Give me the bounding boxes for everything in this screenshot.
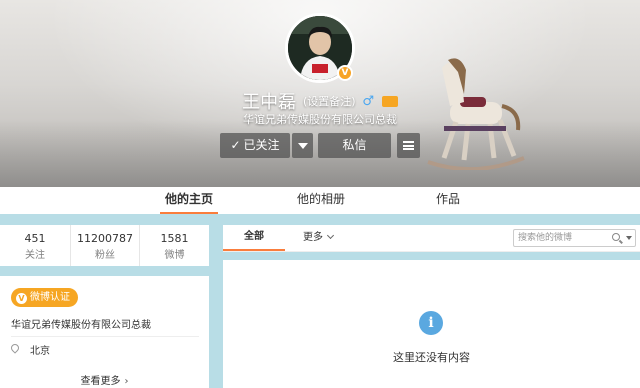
stat-following-label: 关注: [25, 250, 45, 261]
chevron-right-icon: ›: [124, 376, 129, 387]
feed-filter-bar: 全部 更多: [223, 225, 640, 252]
gender-male-icon: ♂: [362, 93, 375, 109]
weibo-search-box: [513, 229, 636, 247]
weibo-verified-label: 微博认证: [30, 292, 70, 303]
vip-icon[interactable]: [381, 95, 398, 107]
location-icon: [9, 342, 21, 354]
profile-tabs: 他的主页 他的相册 作品: [0, 187, 640, 214]
stat-following[interactable]: 451 关注: [0, 225, 70, 266]
menu-icon: [403, 141, 414, 150]
stat-posts-value: 1581: [160, 232, 189, 245]
stat-fans-value: 11200787: [77, 232, 133, 245]
check-icon: ✓: [230, 138, 241, 152]
followed-label: 已关注: [243, 138, 280, 152]
set-remark-link[interactable]: (设置备注): [303, 95, 356, 108]
tab-album[interactable]: 他的相册: [292, 187, 350, 214]
stats-card: 451 关注 11200787 粉丝 1581 微博: [0, 225, 209, 266]
info-card: V 微博认证 华谊兄弟传媒股份有限公司总裁 北京 查看更多 ›: [0, 276, 209, 388]
divider: [11, 336, 199, 337]
filter-more-label: 更多: [303, 232, 323, 243]
tab-works[interactable]: 作品: [424, 187, 472, 214]
follow-options-button[interactable]: [292, 133, 313, 158]
search-input[interactable]: [518, 231, 608, 245]
empty-message: 这里还没有内容: [393, 351, 470, 364]
verified-badge-icon: V: [337, 65, 353, 81]
stat-following-value: 451: [24, 232, 46, 245]
stat-posts-label: 微博: [164, 250, 185, 261]
more-menu-button[interactable]: [397, 133, 420, 158]
filter-more-dropdown[interactable]: 更多: [303, 225, 335, 251]
profile-name: 王中磊: [242, 92, 297, 113]
profile-bio: 华谊兄弟传媒股份有限公司总裁: [243, 113, 397, 126]
company-text: 华谊兄弟传媒股份有限公司总裁: [11, 320, 151, 331]
stat-fans[interactable]: 11200787 粉丝: [70, 225, 140, 266]
search-icon[interactable]: [612, 233, 620, 241]
stat-fans-label: 粉丝: [95, 250, 115, 261]
view-more-link[interactable]: 查看更多 ›: [0, 372, 209, 387]
chevron-down-icon: [326, 231, 335, 240]
filter-all-tab[interactable]: 全部: [223, 225, 285, 251]
weibo-verified-badge[interactable]: V 微博认证: [11, 288, 78, 307]
message-button[interactable]: 私信: [318, 133, 391, 158]
verified-icon: V: [16, 293, 27, 304]
search-dropdown-icon[interactable]: [626, 236, 632, 240]
location-text: 北京: [30, 346, 50, 357]
info-icon: i: [419, 311, 443, 335]
dropdown-arrow-icon: [297, 142, 308, 149]
tab-home[interactable]: 他的主页: [160, 187, 218, 214]
empty-feed: i 这里还没有内容: [223, 260, 640, 388]
stat-posts[interactable]: 1581 微博: [140, 225, 209, 266]
view-more-label: 查看更多: [80, 376, 121, 387]
followed-button[interactable]: ✓ 已关注: [220, 133, 290, 158]
